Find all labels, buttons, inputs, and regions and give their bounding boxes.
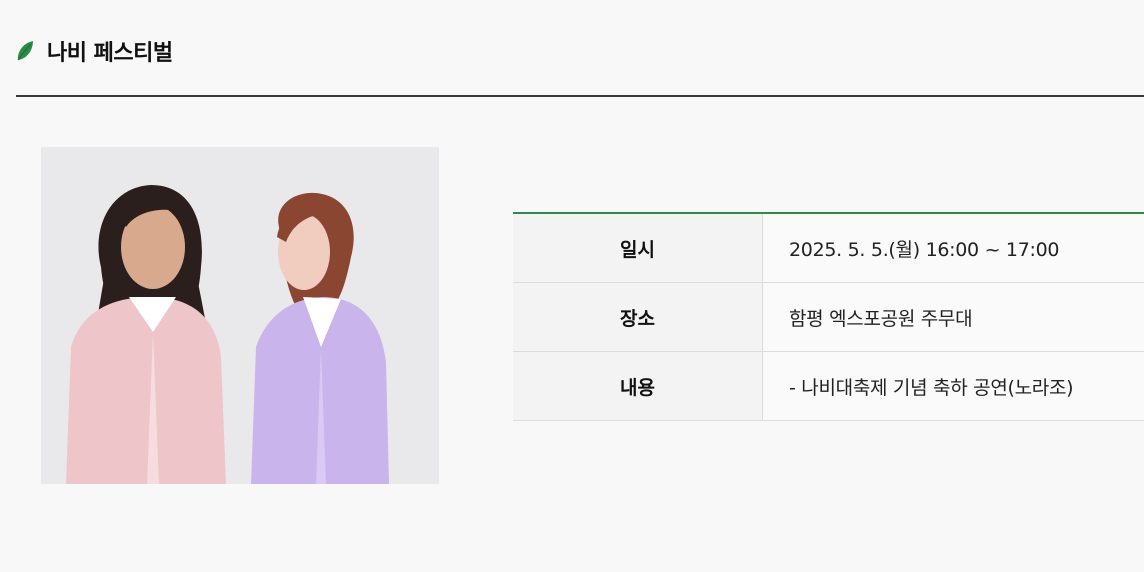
section-heading: 나비 페스티벌 bbox=[15, 33, 173, 69]
info-label-datetime: 일시 bbox=[513, 214, 763, 282]
performer-photo bbox=[41, 147, 439, 484]
info-row-content: 내용 - 나비대축제 기념 축하 공연(노라조) bbox=[513, 352, 1144, 421]
info-label-content: 내용 bbox=[513, 352, 763, 420]
page: 나비 페스티벌 일시 2025. 5. 5.(월) 16:00 ~ 17:00 … bbox=[0, 0, 1144, 572]
page-title: 나비 페스티벌 bbox=[47, 41, 173, 66]
leaf-icon bbox=[15, 40, 35, 62]
info-value-content: - 나비대축제 기념 축하 공연(노라조) bbox=[763, 352, 1144, 420]
title-divider bbox=[16, 95, 1144, 97]
info-value-datetime: 2025. 5. 5.(월) 16:00 ~ 17:00 bbox=[763, 214, 1144, 282]
info-row-venue: 장소 함평 엑스포공원 주무대 bbox=[513, 283, 1144, 352]
info-row-datetime: 일시 2025. 5. 5.(월) 16:00 ~ 17:00 bbox=[513, 214, 1144, 283]
event-info-table: 일시 2025. 5. 5.(월) 16:00 ~ 17:00 장소 함평 엑스… bbox=[513, 212, 1144, 421]
info-value-venue: 함평 엑스포공원 주무대 bbox=[763, 283, 1144, 351]
info-label-venue: 장소 bbox=[513, 283, 763, 351]
